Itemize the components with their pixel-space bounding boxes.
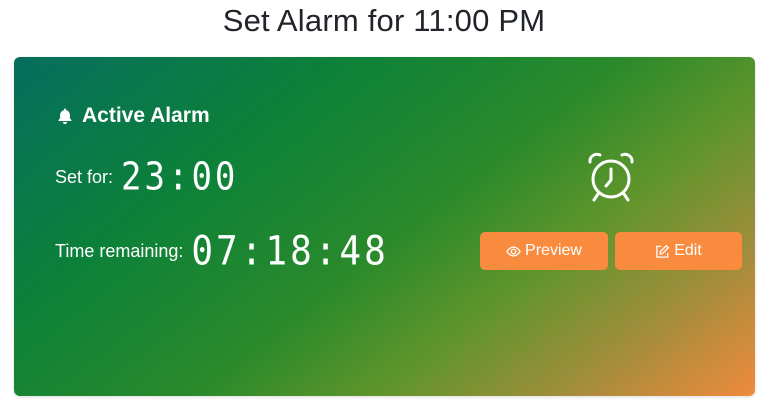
set-for-time: 23:00 (121, 154, 239, 200)
edit-icon (655, 244, 670, 259)
set-for-row: Set for: 23:00 (55, 154, 239, 200)
card-heading: Active Alarm (56, 104, 210, 128)
time-remaining-row: Time remaining: 07:18:48 (55, 228, 389, 275)
set-for-label: Set for: (55, 166, 114, 187)
edit-button-label: Edit (674, 242, 702, 259)
time-remaining-countdown: 07:18:48 (191, 228, 389, 275)
eye-icon (506, 244, 521, 259)
active-alarm-card: Active Alarm Set for: 23:00 Time remaini… (14, 57, 755, 396)
page-title: Set Alarm for 11:00 PM (222, 3, 546, 38)
card-heading-text: Active Alarm (82, 104, 210, 127)
alarm-clock-icon (586, 151, 636, 203)
page: Set Alarm for 11:00 PM Active Alarm Set … (0, 0, 768, 408)
preview-button-label: Preview (525, 242, 582, 259)
time-remaining-label: Time remaining: (55, 241, 184, 261)
edit-button[interactable]: Edit (615, 232, 742, 270)
preview-button[interactable]: Preview (480, 232, 608, 270)
bell-icon (56, 107, 74, 125)
